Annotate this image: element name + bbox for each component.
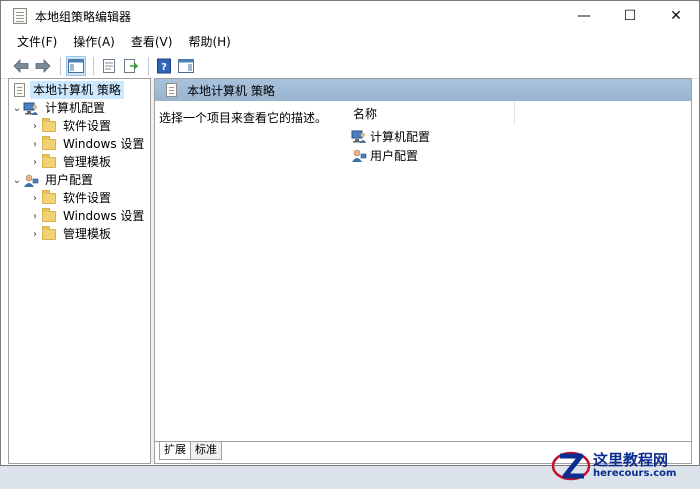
console-tree[interactable]: 本地计算机 策略 ⌄ 计算机配置 › 软件设置 › Windows 设置 › 管… xyxy=(8,78,151,464)
chevron-right-icon[interactable]: › xyxy=(29,157,41,168)
watermark: 这里教程网 herecours.com xyxy=(551,445,696,487)
tree-item-user-software[interactable]: › 软件设置 xyxy=(29,189,114,207)
tree-item-label: Windows 设置 xyxy=(63,209,145,223)
tree-item-user-config[interactable]: ⌄ 用户配置 xyxy=(11,171,96,189)
minimize-button[interactable]: — xyxy=(561,1,607,31)
folder-icon xyxy=(41,189,57,206)
list-item-label: 计算机配置 xyxy=(370,129,431,144)
folder-icon xyxy=(41,153,57,170)
tree-item-label: 软件设置 xyxy=(63,119,112,133)
forward-button[interactable] xyxy=(33,56,53,76)
menu-view[interactable]: 查看(V) xyxy=(123,31,181,53)
chevron-right-icon[interactable]: › xyxy=(29,121,41,132)
column-header-name[interactable]: 名称 xyxy=(347,101,515,125)
user-config-icon xyxy=(351,147,367,163)
description-text: 选择一个项目来查看它的描述。 xyxy=(159,111,328,125)
tree-item-user-admin-templates[interactable]: › 管理模板 xyxy=(29,225,114,243)
tree-item-label: Windows 设置 xyxy=(63,137,145,151)
tree-item-computer-admin-templates[interactable]: › 管理模板 xyxy=(29,153,114,171)
folder-icon xyxy=(41,117,57,134)
folder-icon xyxy=(41,225,57,242)
action-pane-icon xyxy=(178,58,194,73)
menu-action[interactable]: 操作(A) xyxy=(65,31,123,53)
toolbar-separator xyxy=(60,56,61,75)
forward-arrow-icon xyxy=(35,58,51,73)
title-bar[interactable]: 本地组策略编辑器 — ☐ ✕ xyxy=(1,1,699,31)
toolbar-separator xyxy=(93,56,94,75)
properties-icon xyxy=(103,58,115,73)
policy-document-icon xyxy=(11,82,27,98)
show-hide-tree-button[interactable] xyxy=(66,55,86,76)
window-title: 本地组策略编辑器 xyxy=(35,9,132,24)
policy-document-icon xyxy=(163,82,179,98)
tree-item-label: 管理模板 xyxy=(63,227,112,241)
watermark-subtitle: herecours.com xyxy=(593,467,677,479)
close-button[interactable]: ✕ xyxy=(653,1,699,31)
chevron-down-icon[interactable]: ⌄ xyxy=(11,103,23,114)
chevron-right-icon[interactable]: › xyxy=(29,211,41,222)
tree-root-label: 本地计算机 策略 xyxy=(30,81,124,99)
maximize-button[interactable]: ☐ xyxy=(607,1,653,31)
export-list-button[interactable] xyxy=(121,56,141,76)
details-pane: 本地计算机 策略 选择一个项目来查看它的描述。 名称 计算机配置 用户配置 扩展 xyxy=(154,78,692,464)
folder-icon xyxy=(41,207,57,224)
properties-button[interactable] xyxy=(99,56,119,76)
folder-icon xyxy=(41,135,57,152)
svg-text:?: ? xyxy=(161,62,167,73)
tree-item-label: 管理模板 xyxy=(63,155,112,169)
details-body: 选择一个项目来查看它的描述。 名称 计算机配置 用户配置 xyxy=(155,101,691,441)
list-item-computer-config[interactable]: 计算机配置 xyxy=(351,127,430,145)
tree-item-root[interactable]: 本地计算机 策略 xyxy=(11,81,124,99)
tree-item-label: 软件设置 xyxy=(63,191,112,205)
menu-file[interactable]: 文件(F) xyxy=(9,31,65,53)
tree-item-user-windows[interactable]: › Windows 设置 xyxy=(29,207,147,225)
chevron-right-icon[interactable]: › xyxy=(29,229,41,240)
user-config-icon xyxy=(23,172,39,188)
window-controls: — ☐ ✕ xyxy=(561,1,699,31)
list-item-label: 用户配置 xyxy=(370,148,419,163)
console-tree-icon xyxy=(68,58,84,73)
list-item-user-config[interactable]: 用户配置 xyxy=(351,146,418,164)
export-icon xyxy=(124,58,139,73)
tree-item-computer-windows[interactable]: › Windows 设置 xyxy=(29,135,147,153)
details-header-title: 本地计算机 策略 xyxy=(187,83,275,98)
tab-extended[interactable]: 扩展 xyxy=(159,442,191,460)
help-button[interactable]: ? xyxy=(154,56,174,76)
toolbar: ? xyxy=(1,53,699,79)
computer-user-icon xyxy=(23,100,39,116)
watermark-title: 这里教程网 xyxy=(593,450,669,469)
back-button[interactable] xyxy=(11,56,31,76)
action-pane-button[interactable] xyxy=(176,56,196,76)
help-icon: ? xyxy=(157,58,171,73)
watermark-text: 这里教程网 herecours.com xyxy=(593,450,677,479)
chevron-right-icon[interactable]: › xyxy=(29,139,41,150)
policy-app-icon xyxy=(13,8,27,24)
chevron-right-icon[interactable]: › xyxy=(29,193,41,204)
main-content: 本地计算机 策略 ⌄ 计算机配置 › 软件设置 › Windows 设置 › 管… xyxy=(8,78,692,464)
watermark-logo-icon xyxy=(551,451,591,481)
column-name-label: 名称 xyxy=(353,106,378,121)
tab-standard[interactable]: 标准 xyxy=(190,442,222,460)
chevron-down-icon[interactable]: ⌄ xyxy=(11,175,23,186)
toolbar-separator xyxy=(148,56,149,75)
menu-help[interactable]: 帮助(H) xyxy=(180,31,238,53)
menu-bar: 文件(F) 操作(A) 查看(V) 帮助(H) xyxy=(1,31,699,53)
back-arrow-icon xyxy=(13,58,29,73)
computer-user-icon xyxy=(351,128,367,144)
tree-item-computer-config[interactable]: ⌄ 计算机配置 xyxy=(11,99,108,117)
tree-user-label: 用户配置 xyxy=(45,173,94,187)
tree-item-computer-software[interactable]: › 软件设置 xyxy=(29,117,114,135)
tree-computer-label: 计算机配置 xyxy=(45,101,106,115)
details-header: 本地计算机 策略 xyxy=(155,79,691,101)
